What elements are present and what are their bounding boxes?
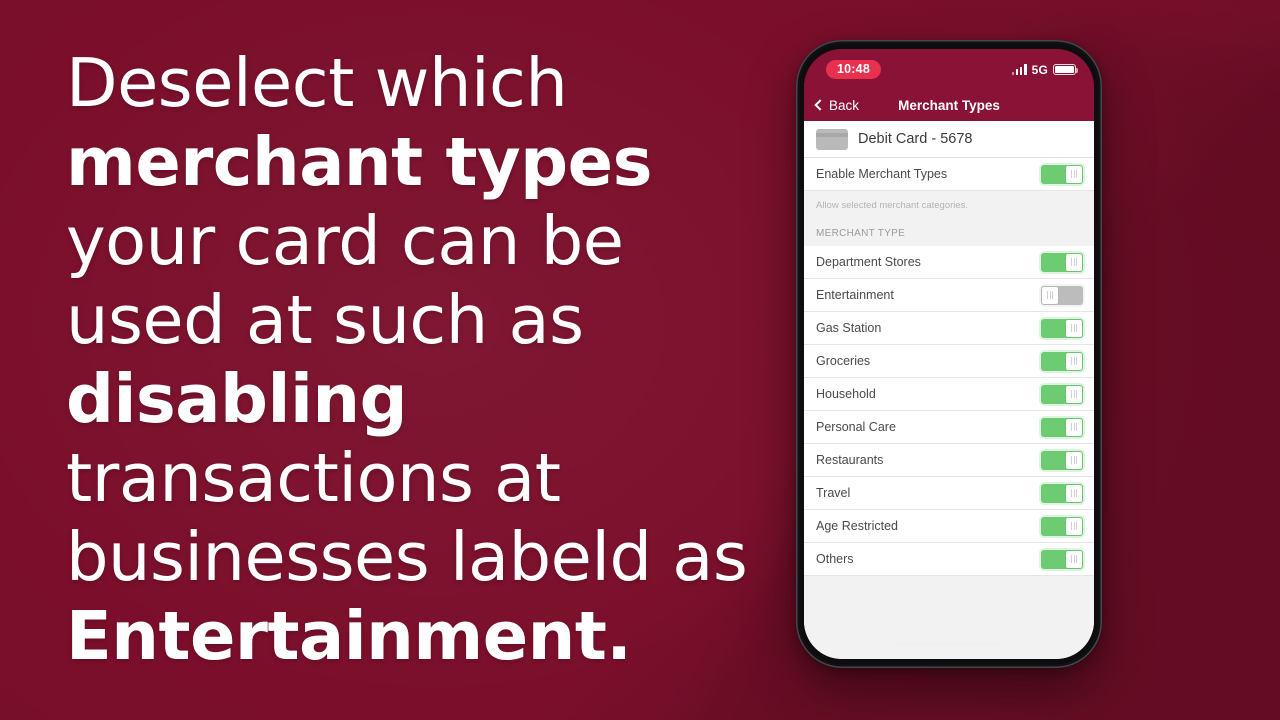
toggle-knob [1066, 319, 1082, 337]
toggle-knob [1066, 484, 1082, 502]
enable-merchant-types-toggle[interactable] [1041, 164, 1083, 184]
toggle-knob [1042, 286, 1058, 304]
merchant-type-label: Others [816, 552, 854, 566]
merchant-type-row[interactable]: Household [804, 378, 1094, 411]
headline-emphasis-3: Entertainment. [66, 597, 632, 675]
merchant-type-list: Department Stores Entertainment Gas Statio… [804, 246, 1094, 576]
merchant-type-toggle[interactable] [1041, 417, 1083, 437]
screen-content: Debit Card - 5678 Enable Merchant Types … [804, 121, 1094, 659]
merchant-type-label: Groceries [816, 354, 871, 368]
credit-card-icon [816, 128, 848, 150]
merchant-type-toggle[interactable] [1041, 318, 1083, 338]
status-bar-indicators: 5G [1011, 62, 1079, 77]
toggle-knob [1066, 385, 1082, 403]
merchant-type-row[interactable]: Age Restricted [804, 510, 1094, 543]
back-button[interactable]: Back [814, 98, 860, 113]
merchant-type-row[interactable]: Department Stores [804, 246, 1094, 279]
merchant-type-label: Personal Care [816, 420, 896, 434]
merchant-type-row[interactable]: Groceries [804, 345, 1094, 378]
merchant-type-section-header: MERCHANT TYPE [804, 212, 1094, 246]
merchant-type-row[interactable]: Entertainment [804, 279, 1094, 312]
enable-merchant-types-label: Enable Merchant Types [816, 167, 948, 181]
merchant-type-label: Travel [816, 486, 851, 500]
back-button-label: Back [829, 98, 860, 113]
headline-part-2: your card can be used at such as [66, 202, 624, 359]
toggle-knob [1066, 165, 1082, 183]
battery-icon [1053, 63, 1079, 76]
merchant-categories-note: Allow selected merchant categories. [816, 200, 969, 211]
promo-headline: Deselect which merchant types your card … [66, 44, 756, 676]
network-type-label: 5G [1031, 62, 1048, 77]
merchant-type-toggle[interactable] [1041, 516, 1083, 536]
headline-emphasis-2: disabling [66, 360, 408, 438]
merchant-type-toggle[interactable] [1041, 252, 1083, 272]
merchant-type-toggle[interactable] [1041, 351, 1083, 371]
merchant-type-label: Department Stores [816, 255, 921, 269]
toggle-knob [1066, 418, 1082, 436]
toggle-knob [1066, 352, 1082, 370]
status-bar: 10:48 5G [804, 49, 1094, 90]
phone-screen: 10:48 5G Back Merchant Types Debit Card … [804, 49, 1094, 659]
merchant-type-toggle[interactable] [1041, 384, 1083, 404]
card-name-label: Debit Card - 5678 [858, 131, 973, 147]
merchant-type-toggle[interactable] [1041, 549, 1083, 569]
merchant-type-toggle[interactable] [1041, 285, 1083, 305]
list-empty-space [804, 576, 1094, 659]
toggle-knob [1066, 253, 1082, 271]
chevron-left-icon [814, 99, 826, 111]
headline-part-3: transactions at businesses labeld as [66, 439, 748, 596]
card-summary-row[interactable]: Debit Card - 5678 [804, 121, 1094, 158]
home-indicator[interactable] [897, 641, 1001, 646]
merchant-type-row[interactable]: Gas Station [804, 312, 1094, 345]
note-block: Allow selected merchant categories. [804, 191, 1094, 212]
merchant-type-toggle[interactable] [1041, 450, 1083, 470]
signal-bars-icon [1011, 64, 1027, 75]
merchant-type-row[interactable]: Others [804, 543, 1094, 576]
merchant-type-label: Restaurants [816, 453, 884, 467]
merchant-type-toggle[interactable] [1041, 483, 1083, 503]
merchant-type-row[interactable]: Personal Care [804, 411, 1094, 444]
toggle-knob [1066, 517, 1082, 535]
toggle-knob [1066, 451, 1082, 469]
merchant-type-label: Household [816, 387, 876, 401]
headline-emphasis-1: merchant types [66, 123, 652, 201]
toggle-knob [1066, 550, 1082, 568]
merchant-type-row[interactable]: Travel [804, 477, 1094, 510]
status-bar-time: 10:48 [826, 59, 881, 80]
navigation-bar: Back Merchant Types [804, 90, 1094, 121]
enable-merchant-types-row[interactable]: Enable Merchant Types [804, 158, 1094, 191]
merchant-type-label: Entertainment [816, 288, 894, 302]
merchant-type-row[interactable]: Restaurants [804, 444, 1094, 477]
headline-part-1: Deselect which [66, 44, 568, 122]
merchant-type-label: Age Restricted [816, 519, 898, 533]
merchant-type-label: Gas Station [816, 321, 882, 335]
phone-mockup: 10:48 5G Back Merchant Types Debit Card … [796, 40, 1102, 668]
